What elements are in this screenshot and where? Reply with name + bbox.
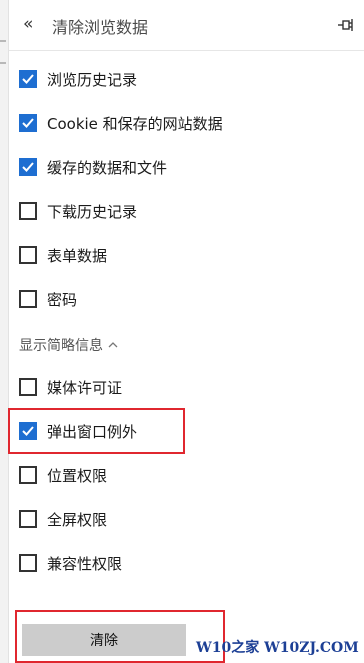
background-mark <box>0 40 6 42</box>
background-mark <box>0 62 6 64</box>
checkbox-media-licenses[interactable]: 媒体许可证 <box>19 372 122 402</box>
watermark-logo: W10之家 W10ZJ.COM <box>196 640 359 656</box>
checkbox-unchecked-icon[interactable] <box>19 466 37 484</box>
checkbox-checked-icon[interactable] <box>19 114 37 132</box>
show-less-toggle[interactable]: 显示简略信息 <box>19 334 119 356</box>
checkbox-unchecked-icon[interactable] <box>19 554 37 572</box>
panel-header: « 清除浏览数据 <box>9 0 364 50</box>
checkbox-label: 表单数据 <box>47 246 108 265</box>
checkbox-label: 缓存的数据和文件 <box>47 158 168 177</box>
page-title: 清除浏览数据 <box>52 18 149 37</box>
checkbox-checked-icon[interactable] <box>19 422 37 440</box>
header-divider <box>9 50 364 51</box>
checkbox-form-data[interactable]: 表单数据 <box>19 240 107 270</box>
checkbox-cookies[interactable]: Cookie 和保存的网站数据 <box>19 108 223 138</box>
checkbox-label: 下载历史记录 <box>47 202 138 221</box>
clear-browsing-data-panel: « 清除浏览数据 浏览历史记录 Cookie 和保存的网站数据 缓存的数据和文件… <box>8 0 364 663</box>
checkbox-label: 密码 <box>47 290 78 309</box>
clear-button[interactable]: 清除 <box>22 624 186 656</box>
checkbox-cached-data[interactable]: 缓存的数据和文件 <box>19 152 167 182</box>
checkbox-passwords[interactable]: 密码 <box>19 284 77 314</box>
pin-icon[interactable] <box>336 16 354 34</box>
checkbox-popup-exceptions[interactable]: 弹出窗口例外 <box>19 416 137 446</box>
checkbox-unchecked-icon[interactable] <box>19 510 37 528</box>
checkbox-download-history[interactable]: 下载历史记录 <box>19 196 137 226</box>
double-chevron-left-icon[interactable]: « <box>23 12 43 36</box>
show-less-label: 显示简略信息 <box>19 338 103 354</box>
checkbox-label: 兼容性权限 <box>47 554 123 573</box>
checkbox-label: Cookie 和保存的网站数据 <box>47 114 223 133</box>
checkbox-unchecked-icon[interactable] <box>19 202 37 220</box>
checkbox-unchecked-icon[interactable] <box>19 378 37 396</box>
checkbox-label: 浏览历史记录 <box>47 70 138 89</box>
checkbox-fullscreen-permissions[interactable]: 全屏权限 <box>19 504 107 534</box>
checkbox-label: 全屏权限 <box>47 510 108 529</box>
checkbox-unchecked-icon[interactable] <box>19 246 37 264</box>
checkbox-label: 媒体许可证 <box>47 378 123 397</box>
checkbox-label: 位置权限 <box>47 466 108 485</box>
checkbox-unchecked-icon[interactable] <box>19 290 37 308</box>
checkbox-checked-icon[interactable] <box>19 158 37 176</box>
chevron-up-icon <box>108 342 118 348</box>
checkbox-browsing-history[interactable]: 浏览历史记录 <box>19 64 137 94</box>
checkbox-checked-icon[interactable] <box>19 70 37 88</box>
checkbox-location-permissions[interactable]: 位置权限 <box>19 460 107 490</box>
checkbox-label: 弹出窗口例外 <box>47 422 138 441</box>
checkbox-compatibility-permissions[interactable]: 兼容性权限 <box>19 548 122 578</box>
